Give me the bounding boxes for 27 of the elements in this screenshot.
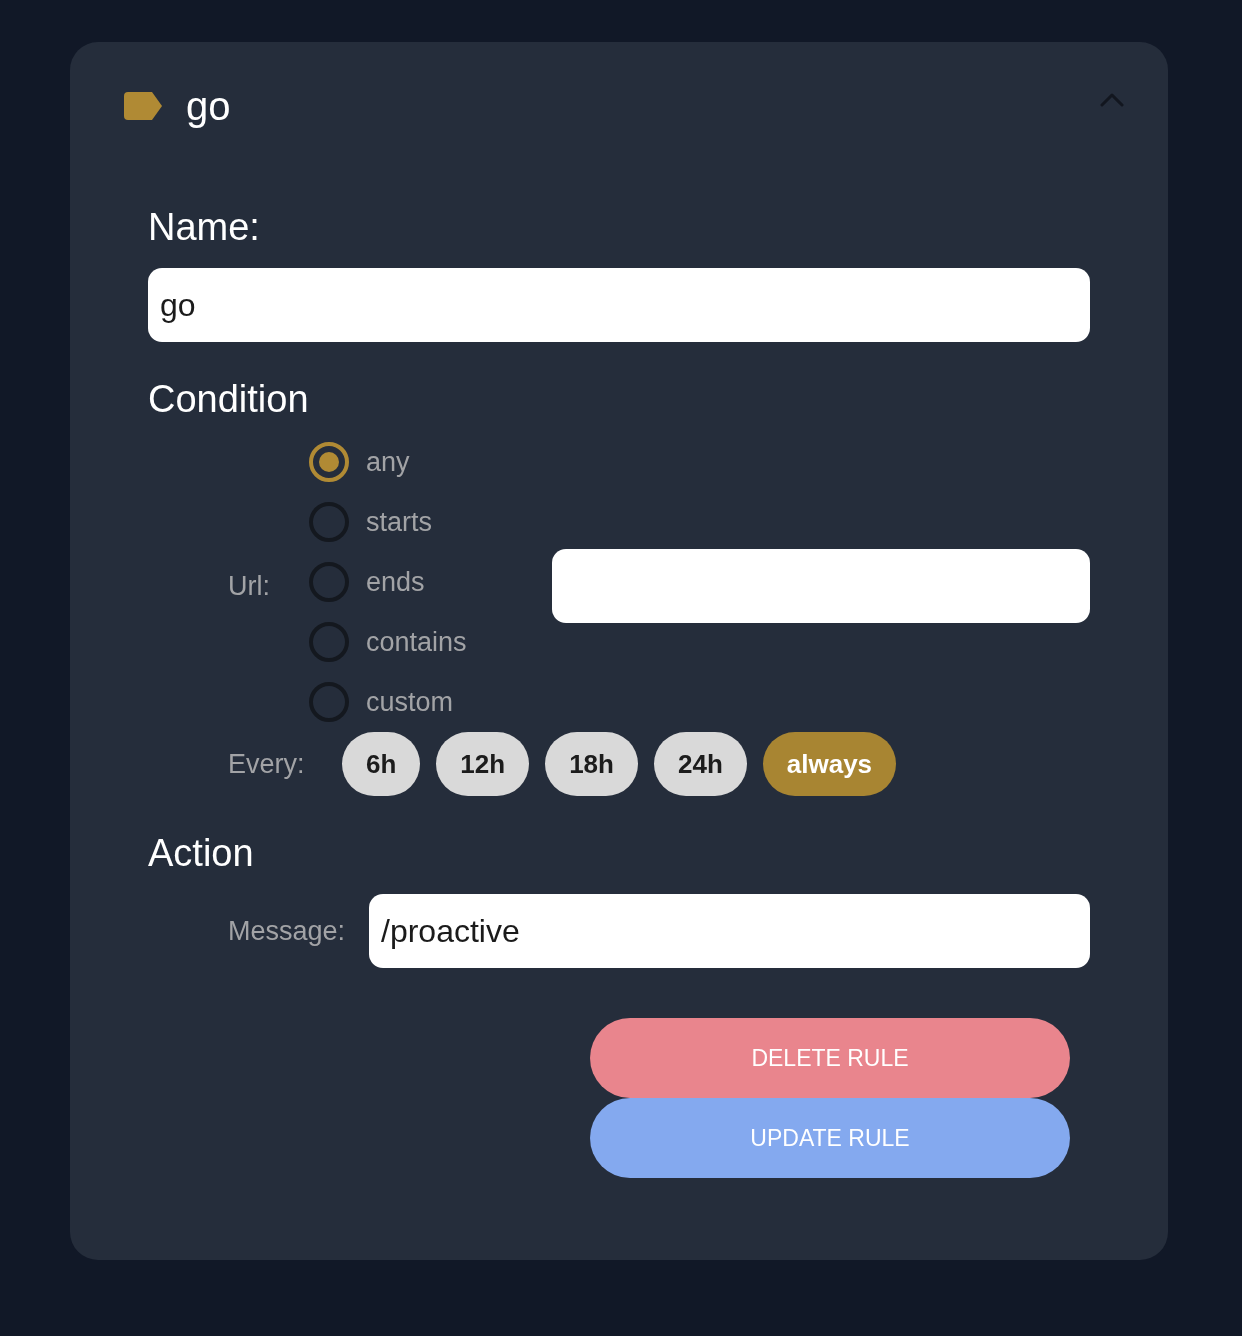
radio-option[interactable]: any: [309, 432, 410, 492]
radio-icon[interactable]: [309, 502, 349, 542]
message-input[interactable]: /proactive: [369, 894, 1090, 968]
interval-option[interactable]: always: [762, 732, 897, 796]
radio-icon[interactable]: [309, 562, 349, 602]
interval-option[interactable]: 24h: [653, 732, 747, 796]
url-input[interactable]: [552, 549, 1090, 623]
radio-icon[interactable]: [309, 442, 349, 482]
radio-option[interactable]: custom: [309, 672, 454, 732]
condition-heading: Condition: [148, 377, 309, 421]
name-label: Name:: [148, 205, 260, 249]
chevron-up-icon[interactable]: [1100, 93, 1124, 107]
every-label: Every:: [228, 748, 306, 781]
name-input[interactable]: go: [148, 268, 1090, 342]
radio-option[interactable]: ends: [309, 552, 425, 612]
interval-option[interactable]: 12h: [436, 732, 530, 796]
interval-option[interactable]: 6h: [342, 732, 421, 796]
message-label: Message:: [228, 915, 347, 948]
radio-icon[interactable]: [309, 622, 349, 662]
interval-option[interactable]: 18h: [545, 732, 638, 796]
rule-title: go: [186, 83, 231, 130]
radio-option[interactable]: contains: [309, 612, 467, 672]
radio-icon[interactable]: [309, 682, 349, 722]
radio-option[interactable]: starts: [309, 492, 432, 552]
tag-icon: [124, 92, 162, 120]
url-label: Url:: [228, 570, 271, 603]
action-heading: Action: [148, 831, 254, 875]
